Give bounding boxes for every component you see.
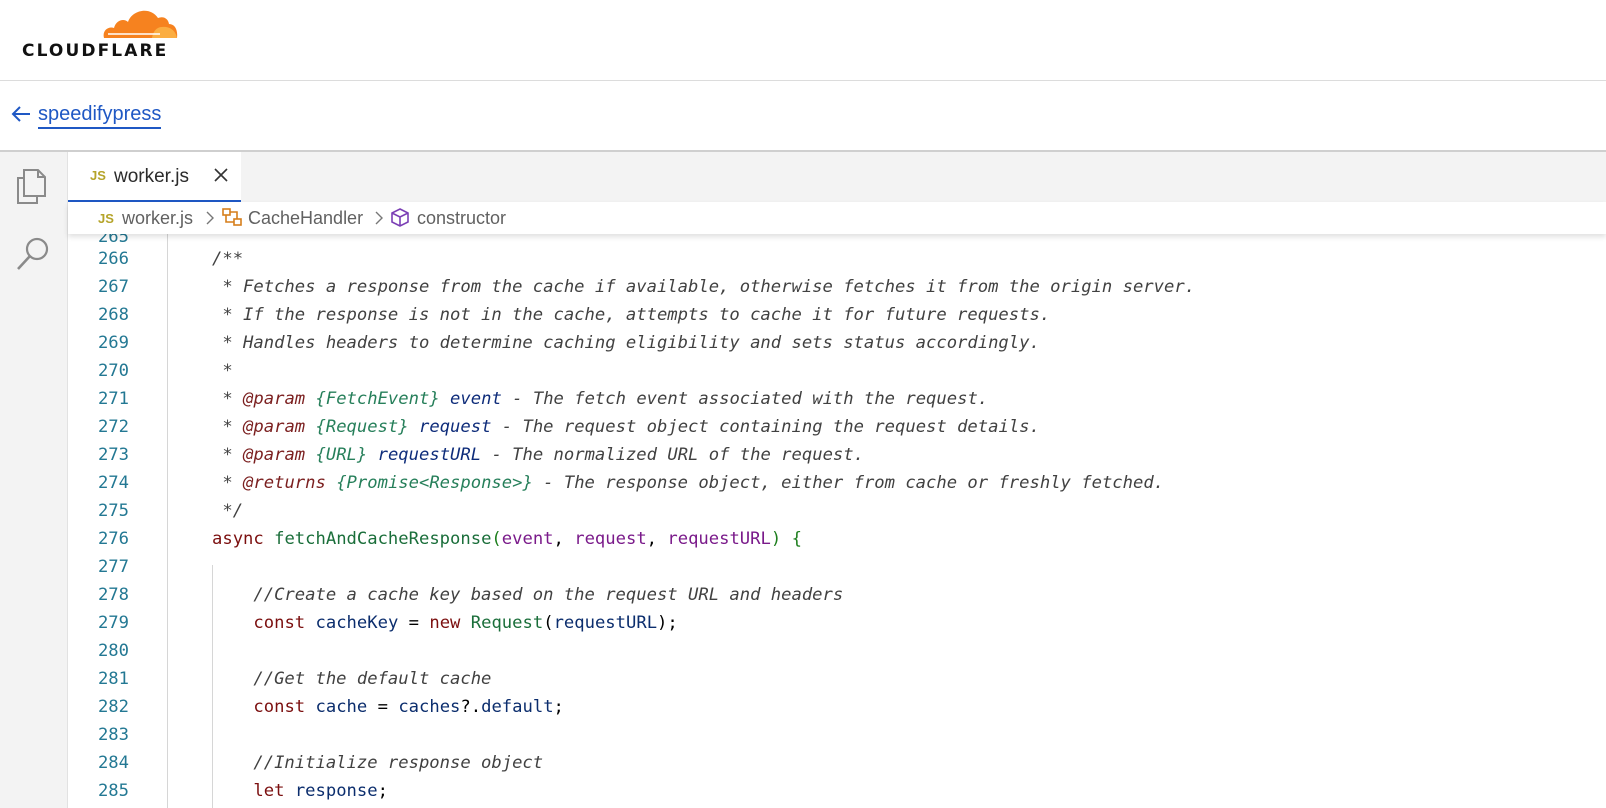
editor-tabs: JS worker.js [68,152,1606,202]
back-row [0,81,1606,152]
line-number: 284 [97,753,129,773]
code-line: 272 * @param {Request} request - The req… [68,413,1606,441]
line-number: 280 [97,641,129,661]
breadcrumb-member[interactable]: constructor [417,208,506,229]
line-number: 271 [97,389,129,409]
code-text: /** [212,249,244,269]
code-line: 270 * [68,357,1606,385]
breadcrumb-file[interactable]: worker.js [122,208,193,229]
line-number: 285 [97,781,129,801]
js-file-icon: JS [98,211,114,226]
code-text: //Create a cache key based on the reques… [212,585,844,605]
code-text: * @returns {Promise<Response>} - The res… [212,473,1165,493]
line-number: 266 [97,249,129,269]
code-text: * @param {URL} requestURL - The normaliz… [212,445,864,465]
code-line: 282 const cache = caches?.default; [68,693,1606,721]
line-number: 279 [97,613,129,633]
line-number: 282 [97,697,129,717]
line-number: 277 [97,557,129,577]
code-text: * [212,361,233,381]
code-line: 266 /** [68,245,1606,273]
code-line: 280 [68,637,1606,665]
line-number: 278 [97,585,129,605]
explorer-icon[interactable] [14,166,52,206]
method-cube-icon [391,208,409,227]
line-number: 276 [97,529,129,549]
line-number: 283 [97,725,129,745]
line-number: 275 [97,501,129,521]
code-line: 267 * Fetches a response from the cache … [68,273,1606,301]
code-line: 274 * @returns {Promise<Response>} - The… [68,469,1606,497]
code-text: * Fetches a response from the cache if a… [212,277,1196,297]
code-text: * @param {FetchEvent} event - The fetch … [212,389,989,409]
code-text: const cache = caches?.default; [253,697,564,717]
code-line: 273 * @param {URL} requestURL - The norm… [68,441,1606,469]
code-line: 281 //Get the default cache [68,665,1606,693]
line-number: 268 [97,305,129,325]
line-number: 281 [97,669,129,689]
code-text: const cacheKey = new Request(requestURL)… [253,613,678,633]
logo-text: CLOUDFLARE [22,41,169,61]
line-number: 270 [97,361,129,381]
code-line: 283 [68,721,1606,749]
code-text: let response; [253,781,388,801]
code-line: 277 [68,553,1606,581]
js-file-icon: JS [90,168,106,183]
code-line: 276 async fetchAndCacheResponse(event, r… [68,525,1606,553]
line-number: 273 [97,445,129,465]
code-line: 268 * If the response is not in the cach… [68,301,1606,329]
code-line: 279 const cacheKey = new Request(request… [68,609,1606,637]
cloud-icon [103,10,178,38]
cloudflare-logo[interactable]: CLOUDFLARE [22,4,182,64]
code-line: 278 //Create a cache key based on the re… [68,581,1606,609]
code-editor[interactable]: 265 266 /** 267 * Fetches a response fro… [68,234,1606,808]
line-number: 274 [97,473,129,493]
code-line: 271 * @param {FetchEvent} event - The fe… [68,385,1606,413]
activity-bar [0,152,68,808]
code-text: * If the response is not in the cache, a… [212,305,1051,325]
code-line: 275 */ [68,497,1606,525]
code-line: 285 let response; [68,777,1606,805]
line-number: 267 [97,277,129,297]
breadcrumb-class[interactable]: CacheHandler [248,208,363,229]
chevron-right-icon [375,211,383,225]
breadcrumb: JS worker.js CacheHandler constructor [68,202,1606,234]
line-number: 269 [97,333,129,353]
code-text: * @param {Request} request - The request… [212,417,1040,437]
line-number: 272 [97,417,129,437]
close-icon[interactable] [212,166,230,184]
code-line: 269 * Handles headers to determine cachi… [68,329,1606,357]
tab-label: worker.js [114,166,189,187]
chevron-right-icon [206,211,214,225]
code-text: //Initialize response object [212,753,544,773]
code-text: * Handles headers to determine caching e… [212,333,1040,353]
code-text: //Get the default cache [212,669,492,689]
code-line: 284 //Initialize response object [68,749,1606,777]
search-icon[interactable] [14,234,52,274]
top-header: CLOUDFLARE [0,0,1606,81]
code-text: async fetchAndCacheResponse(event, reque… [212,529,802,549]
code-text: */ [212,501,244,521]
class-icon [222,208,242,226]
back-arrow-icon[interactable] [10,103,32,125]
tab-worker-js[interactable]: JS worker.js [68,152,241,202]
back-link[interactable]: speedifypress [38,103,162,129]
